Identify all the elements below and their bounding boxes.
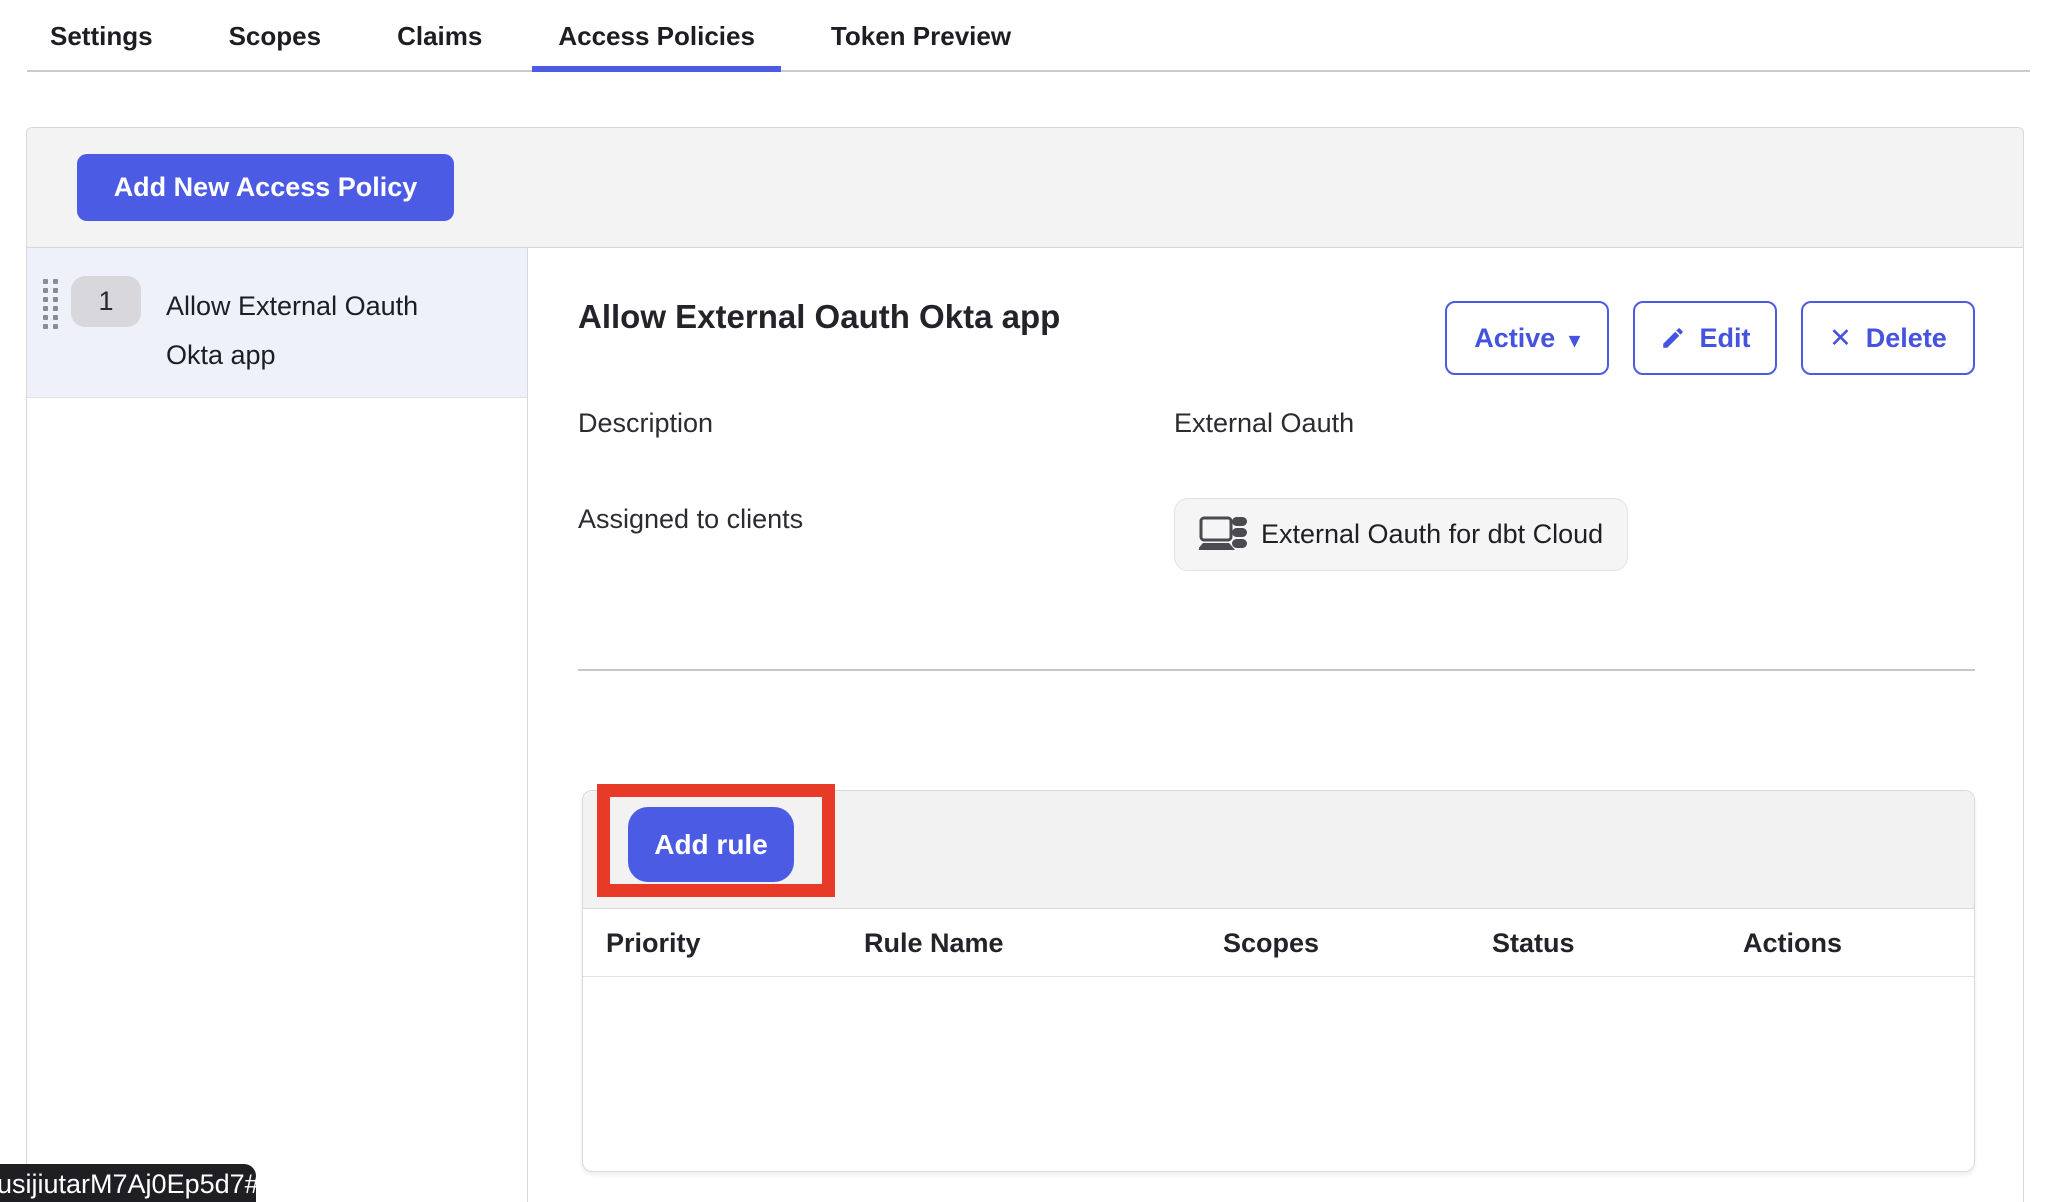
policy-name: Allow External Oauth Okta app: [166, 282, 466, 380]
tab-claims[interactable]: Claims: [371, 0, 508, 72]
status-dropdown-button[interactable]: Active ▾: [1445, 301, 1609, 375]
delete-label: Delete: [1866, 323, 1947, 354]
rules-panel: Add rule Priority Rule Name Scopes Statu…: [582, 790, 1975, 1172]
edit-label: Edit: [1700, 323, 1751, 354]
column-header-rule-name: Rule Name: [864, 909, 1004, 977]
rules-table-header: Priority Rule Name Scopes Status Actions: [583, 909, 1974, 977]
policy-actions: Active ▾ Edit ✕ Delete: [1445, 301, 1975, 375]
assigned-client-name: External Oauth for dbt Cloud: [1261, 519, 1603, 550]
description-label: Description: [578, 408, 713, 439]
access-policies-panel: Add New Access Policy 1 Allow External O…: [26, 127, 2024, 1202]
close-icon: ✕: [1829, 325, 1852, 352]
policy-layout: 1 Allow External Oauth Okta app Allow Ex…: [27, 248, 2023, 1202]
section-divider: [578, 669, 1975, 671]
policy-list-item[interactable]: 1 Allow External Oauth Okta app: [27, 248, 527, 398]
computer-database-icon: [1199, 514, 1247, 556]
edit-button[interactable]: Edit: [1633, 301, 1777, 375]
rules-table-empty-area: [583, 977, 1974, 1170]
drag-handle-icon[interactable]: [43, 279, 58, 329]
assigned-client-chip: External Oauth for dbt Cloud: [1174, 498, 1628, 571]
policy-detail: Allow External Oauth Okta app Active ▾ E…: [528, 248, 2023, 1202]
policy-list: 1 Allow External Oauth Okta app: [27, 248, 528, 1202]
tab-access-policies[interactable]: Access Policies: [532, 0, 781, 72]
description-value: External Oauth: [1174, 408, 1354, 439]
tab-token-preview[interactable]: Token Preview: [805, 0, 1037, 72]
column-header-status: Status: [1492, 909, 1575, 977]
url-tooltip: usijiutarM7Aj0Ep5d7#: [0, 1164, 256, 1202]
status-label: Active: [1474, 323, 1555, 354]
add-rule-button[interactable]: Add rule: [628, 807, 794, 882]
add-new-access-policy-button[interactable]: Add New Access Policy: [77, 154, 454, 221]
url-tooltip-text: usijiutarM7Aj0Ep5d7#: [0, 1169, 256, 1200]
column-header-priority: Priority: [606, 909, 701, 977]
column-header-scopes: Scopes: [1223, 909, 1319, 977]
tab-settings[interactable]: Settings: [24, 0, 179, 72]
policy-toolbar: Add New Access Policy: [27, 128, 2023, 248]
delete-button[interactable]: ✕ Delete: [1801, 301, 1975, 375]
pencil-icon: [1660, 325, 1686, 351]
tab-scopes[interactable]: Scopes: [203, 0, 348, 72]
tab-bar: Settings Scopes Claims Access Policies T…: [24, 0, 1061, 72]
chevron-down-icon: ▾: [1569, 330, 1580, 351]
rules-toolbar: Add rule: [583, 791, 1974, 909]
policy-title: Allow External Oauth Okta app: [578, 298, 1060, 336]
assigned-clients-label: Assigned to clients: [578, 504, 803, 535]
priority-badge: 1: [71, 276, 141, 327]
column-header-actions: Actions: [1743, 909, 1842, 977]
